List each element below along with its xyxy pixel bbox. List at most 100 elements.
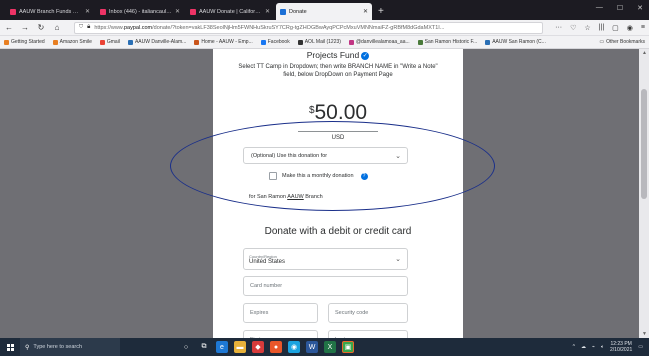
- page-content: Projects Fund ✓ Select TT Camp in Dropdow…: [0, 49, 649, 338]
- new-tab-button[interactable]: +: [374, 3, 388, 20]
- forward-icon[interactable]: →: [20, 23, 30, 32]
- windows-start-icon[interactable]: [0, 338, 20, 356]
- google-icon: [99, 39, 105, 45]
- taskbar-clock[interactable]: 12:23 PM 2/10/2021: [610, 341, 632, 353]
- back-icon[interactable]: ←: [4, 23, 14, 32]
- taskbar-search[interactable]: ⚲ Type here to search: [20, 338, 120, 356]
- window-controls: — ☐ ✕: [596, 4, 643, 12]
- bookmark-gmail[interactable]: Gmail: [99, 39, 120, 45]
- scroll-up-icon[interactable]: ▲: [642, 50, 647, 56]
- last-name-field[interactable]: Last name: [328, 330, 408, 338]
- verified-icon: ✓: [361, 51, 370, 60]
- close-icon[interactable]: ✕: [363, 8, 368, 15]
- bookmark-san-ramon-historic[interactable]: San Ramon Historic F...: [417, 39, 477, 45]
- word-icon[interactable]: W: [306, 341, 318, 353]
- tab-aauw-donate[interactable]: AAUW Donate | California Special... ✕: [186, 3, 274, 20]
- windows-taskbar: ⚲ Type here to search ○ ⧉ e ▬ ◆ ● ◉ W X …: [0, 338, 649, 356]
- expires-field[interactable]: Expires: [243, 303, 318, 323]
- bookmark-facebook[interactable]: Facebook: [260, 39, 290, 45]
- shield-icon: ⛉: [79, 24, 84, 30]
- facebook-icon: [260, 39, 266, 45]
- bookmarks-bar: Getting Started Amazon Smile Gmail AAUW …: [0, 36, 649, 49]
- annotation-oval: [170, 121, 495, 211]
- tab-favicon: [10, 8, 16, 15]
- fund-title: Projects Fund ✓: [306, 50, 370, 60]
- bookmark-aol-mail[interactable]: AOL Mail (1223): [297, 39, 341, 45]
- bookmark-amazon-smile[interactable]: Amazon Smile: [52, 39, 92, 45]
- chevron-down-icon: ⌄: [395, 256, 401, 263]
- close-window-icon[interactable]: ✕: [637, 4, 643, 12]
- scroll-thumb[interactable]: [641, 89, 647, 199]
- home-icon[interactable]: ⌂: [52, 23, 62, 32]
- card-number-field[interactable]: Card number: [243, 276, 408, 296]
- donation-instructions: Select TT Camp in Dropdown; then write B…: [238, 64, 438, 78]
- tray-chevron-icon[interactable]: ^: [573, 344, 575, 350]
- onedrive-icon[interactable]: ☁: [581, 344, 586, 350]
- firefox-icon[interactable]: ●: [270, 341, 282, 353]
- close-icon[interactable]: ✕: [265, 8, 270, 15]
- lock-icon: 🔒︎: [87, 24, 91, 30]
- bookmark-other[interactable]: ▭ Other Bookmarks: [599, 39, 645, 45]
- search-placeholder: Type here to search: [33, 344, 83, 350]
- currency-symbol: $: [308, 105, 315, 116]
- tab-inbox[interactable]: Inbox (446) - italiancaul3@gm... ✕: [96, 3, 184, 20]
- app-icon[interactable]: ▣: [342, 341, 354, 353]
- country-value: United States: [249, 258, 286, 265]
- library-icon[interactable]: |||: [599, 24, 604, 32]
- close-icon[interactable]: ✕: [85, 8, 90, 15]
- paypal-icon: [280, 8, 286, 15]
- edge-icon[interactable]: e: [216, 341, 228, 353]
- tab-favicon: [190, 8, 196, 15]
- browser-tab-bar: AAUW Branch Funds Update | San... ✕ Inbo…: [0, 0, 649, 20]
- amazon-icon: [52, 39, 58, 45]
- toolbar-right: ··· ♡ ☆ ||| ▢ ◉ ≡: [555, 24, 645, 32]
- file-explorer-icon[interactable]: ▬: [234, 341, 246, 353]
- close-icon[interactable]: ✕: [175, 8, 180, 15]
- card-section-heading: Donate with a debit or credit card: [264, 226, 412, 237]
- account-icon[interactable]: ◉: [627, 24, 633, 32]
- gmail-icon: [100, 8, 106, 15]
- aauw-icon: [194, 39, 200, 45]
- volume-icon[interactable]: 🔈︎: [601, 344, 604, 350]
- page-actions-icon[interactable]: ···: [555, 24, 562, 32]
- aol-icon: [297, 39, 303, 45]
- country-select[interactable]: Country/Region United States ⌄: [243, 248, 408, 270]
- firefox-icon: [4, 39, 9, 45]
- cortana-icon[interactable]: ○: [180, 341, 192, 353]
- sidebar-icon[interactable]: ▢: [612, 24, 619, 32]
- maximize-icon[interactable]: ☐: [617, 4, 623, 12]
- bookmark-home-aauw[interactable]: Home - AAUW - Emp...: [194, 39, 253, 45]
- minimize-icon[interactable]: —: [596, 4, 603, 12]
- pocket-icon[interactable]: ♡: [570, 24, 576, 32]
- task-view-icon[interactable]: ⧉: [198, 341, 210, 353]
- reload-icon[interactable]: ↻: [36, 23, 46, 32]
- folder-icon: ▭: [599, 39, 605, 45]
- first-name-field[interactable]: First name: [243, 330, 318, 338]
- site-icon: [417, 39, 423, 45]
- tab-donate[interactable]: Donate ✕: [276, 3, 372, 20]
- aauw-icon: [127, 39, 133, 45]
- page-scrollbar[interactable]: ▲ ▼: [639, 49, 649, 338]
- aauw-icon: [485, 39, 491, 45]
- bookmark-getting-started[interactable]: Getting Started: [4, 39, 45, 45]
- instagram-icon: [348, 39, 354, 45]
- network-icon[interactable]: ⌁: [592, 344, 595, 350]
- scroll-down-icon[interactable]: ▼: [642, 331, 647, 337]
- bookmark-aauw-danville[interactable]: AAUW Danville-Alam...: [127, 39, 186, 45]
- bookmark-instagram[interactable]: @danvillealamoaa_aa...: [348, 39, 410, 45]
- taskbar-apps: ○ ⧉ e ▬ ◆ ● ◉ W X ▣: [180, 341, 354, 353]
- security-code-field[interactable]: Security code: [328, 303, 408, 323]
- url-text: https://www.paypal.com/donate/?token=vak…: [94, 24, 445, 31]
- bookmark-aauw-san-ramon[interactable]: AAUW San Ramon (C...: [485, 39, 546, 45]
- menu-icon[interactable]: ≡: [641, 24, 645, 32]
- tab-branch-funds[interactable]: AAUW Branch Funds Update | San... ✕: [6, 3, 94, 20]
- chrome-icon[interactable]: ◉: [288, 341, 300, 353]
- browser-nav-bar: ← → ↻ ⌂ ⛉ 🔒︎ https://www.paypal.com/dona…: [0, 20, 649, 36]
- search-icon: ⚲: [25, 344, 30, 351]
- bookmark-star-icon[interactable]: ☆: [584, 24, 590, 32]
- office-icon[interactable]: ◆: [252, 341, 264, 353]
- notifications-icon[interactable]: ▭: [638, 344, 643, 350]
- system-tray: ^ ☁ ⌁ 🔈︎ 12:23 PM 2/10/2021 ▭: [573, 341, 649, 353]
- address-bar[interactable]: ⛉ 🔒︎ https://www.paypal.com/donate/?toke…: [74, 21, 544, 34]
- excel-icon[interactable]: X: [324, 341, 336, 353]
